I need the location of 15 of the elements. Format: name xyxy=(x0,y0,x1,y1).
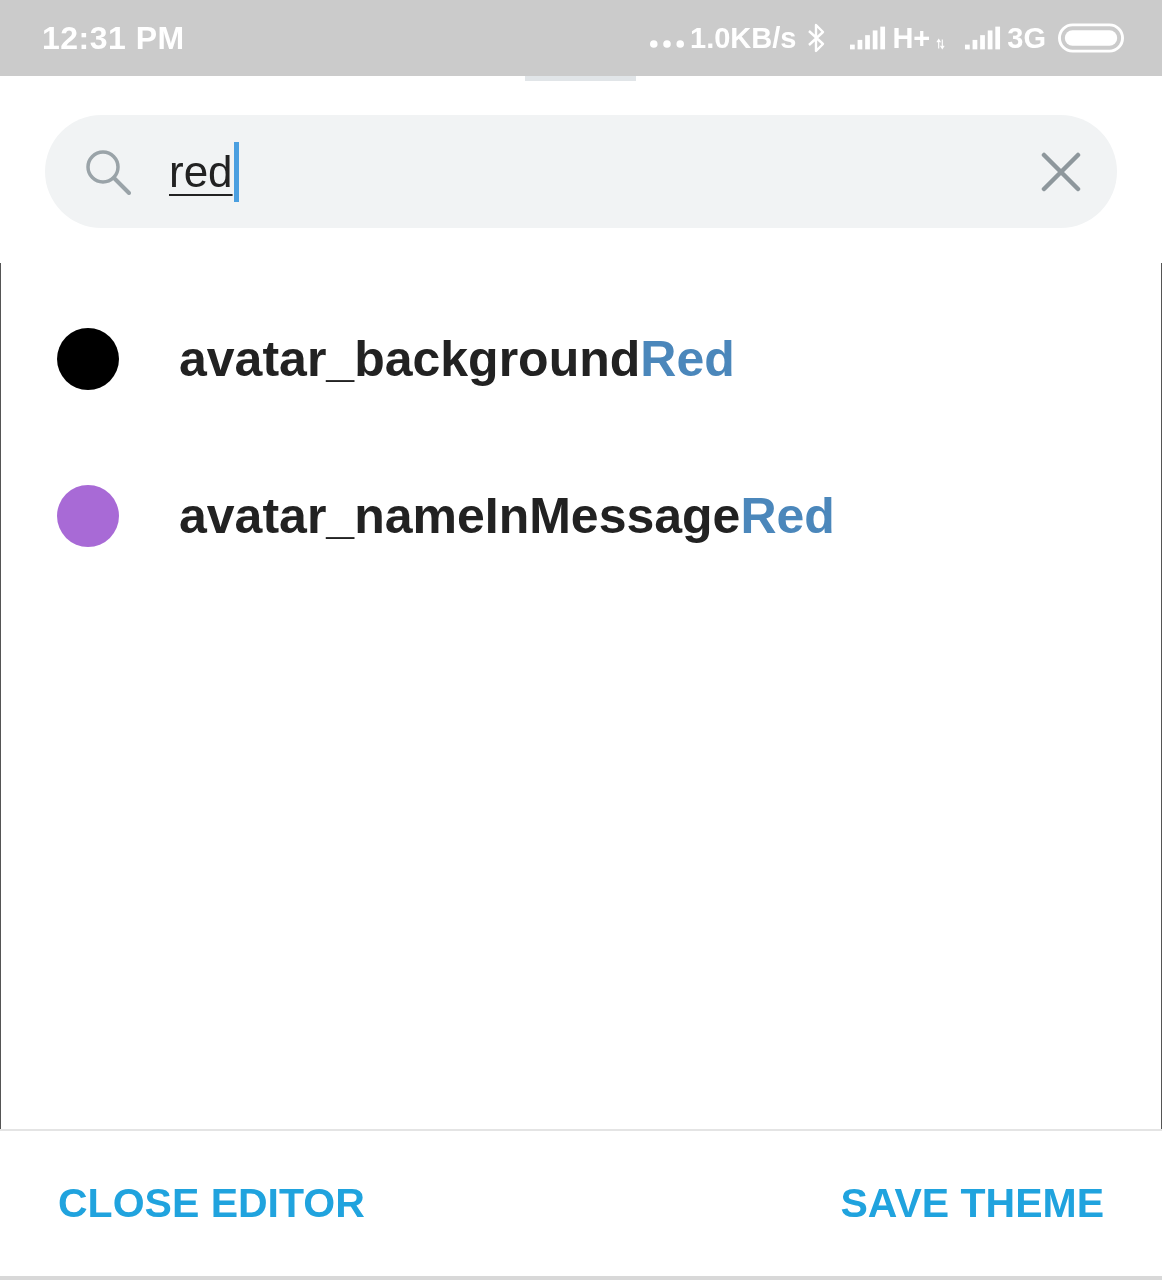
text-cursor-icon xyxy=(233,141,239,202)
result-name[interactable]: avatar_backgroundRed xyxy=(179,329,735,388)
battery-icon xyxy=(1058,23,1124,53)
result-name[interactable]: avatar_nameInMessageRed xyxy=(179,486,835,545)
signal-icon xyxy=(850,26,887,50)
close-icon xyxy=(1041,151,1081,192)
more-icon xyxy=(650,40,685,48)
swatch-icon xyxy=(57,484,119,547)
search-icon xyxy=(85,148,131,195)
data-activity-icon xyxy=(936,38,946,50)
drag-handle[interactable] xyxy=(525,76,636,81)
search-field[interactable]: red xyxy=(45,115,1117,228)
signal-icon xyxy=(965,26,1002,50)
bluetooth-icon xyxy=(806,22,827,54)
swatch-icon xyxy=(57,327,119,390)
